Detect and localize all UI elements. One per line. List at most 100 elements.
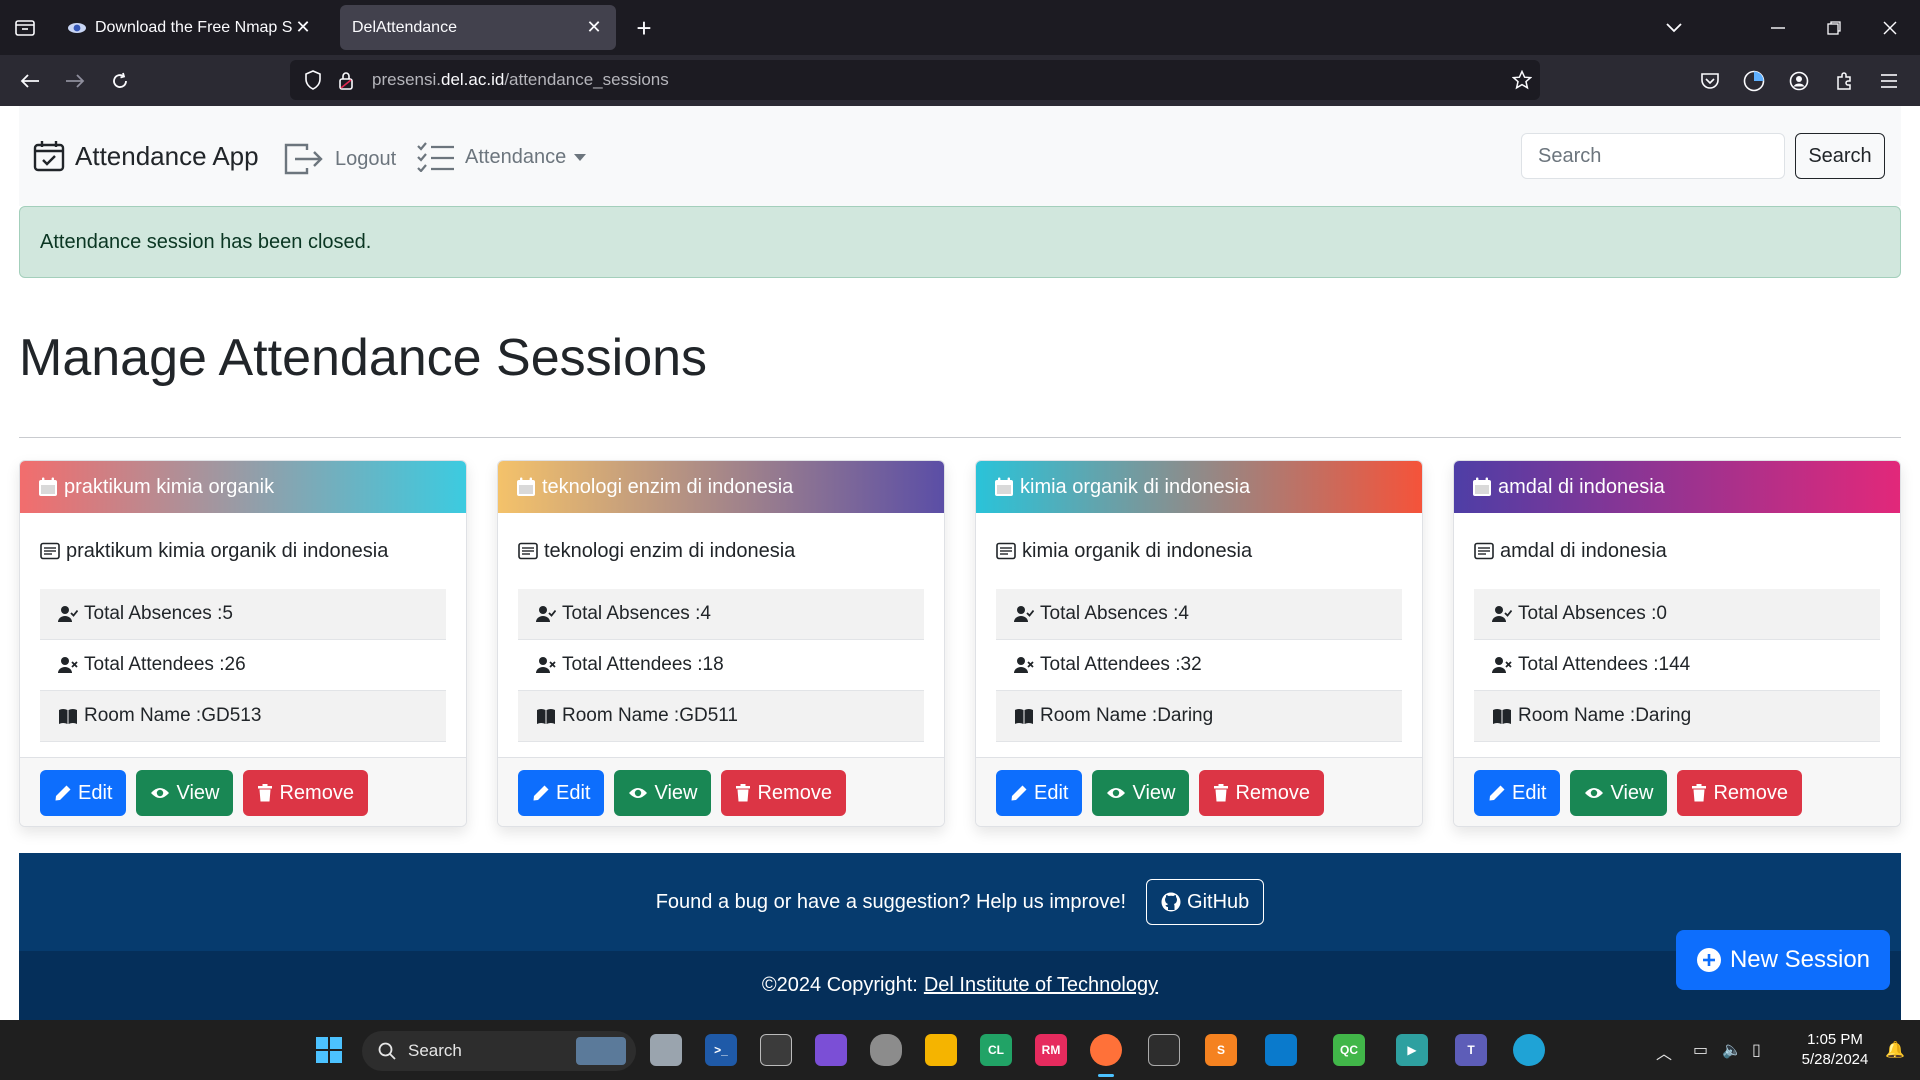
stat-value: 5: [222, 603, 233, 624]
clock-time: 1:05 PM: [1807, 1031, 1863, 1048]
remove-button[interactable]: Remove: [243, 770, 368, 816]
edit-button[interactable]: Edit: [40, 770, 127, 816]
stat-value: 32: [1180, 654, 1202, 675]
pencil-icon: [1489, 785, 1505, 801]
view-button[interactable]: View: [614, 770, 712, 816]
search-icon: [378, 1042, 396, 1060]
search-button[interactable]: Search: [1795, 133, 1885, 179]
stat-value: 0: [1656, 603, 1667, 624]
calendar-icon: [995, 477, 1013, 496]
shield-icon[interactable]: [304, 70, 322, 90]
clion-icon[interactable]: CL: [980, 1034, 1012, 1066]
calendar-icon: [39, 477, 57, 496]
calendar-check-icon: [33, 141, 65, 172]
card-footer: Edit View Remove: [20, 757, 466, 826]
firefox-view-icon[interactable]: [1737, 64, 1771, 98]
bookmark-star-icon[interactable]: [1512, 70, 1532, 90]
person-x-icon: [536, 657, 556, 673]
edit-button[interactable]: Edit: [518, 770, 605, 816]
edit-button[interactable]: Edit: [996, 770, 1083, 816]
terminal-icon[interactable]: [760, 1034, 792, 1066]
logout-link[interactable]: Logout: [283, 142, 396, 176]
remove-label: Remove: [757, 781, 832, 804]
file-explorer-icon[interactable]: [925, 1034, 957, 1066]
attendance-label: Attendance: [465, 145, 567, 168]
active-app-indicator: [1098, 1074, 1114, 1077]
page-content: Attendance App Logout Attendance Search …: [0, 106, 1920, 1020]
view-label: View: [176, 781, 220, 804]
system-clock[interactable]: 1:05 PM 5/28/2024: [1790, 1030, 1880, 1070]
trash-icon: [1692, 784, 1707, 802]
view-button[interactable]: View: [136, 770, 234, 816]
stat-label: Total Attendees :: [562, 654, 703, 675]
close-tab-icon[interactable]: ✕: [584, 17, 604, 38]
firefox-icon[interactable]: [1090, 1034, 1122, 1066]
database-icon[interactable]: [870, 1034, 902, 1066]
typora-icon[interactable]: T: [1455, 1034, 1487, 1066]
github-label: GitHub: [1187, 890, 1250, 913]
remove-button[interactable]: Remove: [1677, 770, 1802, 816]
notification-bell-icon[interactable]: 🔔: [1885, 1040, 1905, 1060]
github-button[interactable]: GitHub: [1146, 879, 1265, 925]
tab-list-button[interactable]: [8, 10, 42, 44]
network-icon[interactable]: ▭: [1693, 1040, 1708, 1060]
cmd-icon[interactable]: [1148, 1034, 1180, 1066]
stat-absences: Total Absences : 5: [40, 589, 446, 640]
stat-label: Total Attendees :: [1518, 654, 1659, 675]
vscode-icon[interactable]: [1265, 1034, 1297, 1066]
stat-value: 144: [1658, 654, 1691, 675]
git-terminal-icon[interactable]: ▶: [1396, 1034, 1428, 1066]
institution-link[interactable]: Del Institute of Technology: [924, 974, 1158, 997]
remove-button[interactable]: Remove: [1199, 770, 1324, 816]
task-view-icon[interactable]: [650, 1034, 682, 1066]
visual-studio-icon[interactable]: [815, 1034, 847, 1066]
edit-button[interactable]: Edit: [1474, 770, 1561, 816]
description-text: praktikum kimia organik di indonesia: [66, 539, 389, 562]
view-button[interactable]: View: [1570, 770, 1668, 816]
remove-button[interactable]: Remove: [721, 770, 846, 816]
battery-icon[interactable]: ▯: [1752, 1040, 1761, 1060]
edge-icon[interactable]: [1513, 1034, 1545, 1066]
lock-icon[interactable]: [338, 70, 354, 90]
close-tab-icon[interactable]: ✕: [293, 17, 313, 38]
stat-value: 4: [1178, 603, 1189, 624]
tab-delattendance[interactable]: DelAttendance ✕: [340, 5, 616, 50]
close-window-icon[interactable]: [1874, 12, 1906, 44]
powershell-icon[interactable]: >_: [705, 1034, 737, 1066]
tab-nmap[interactable]: Download the Free Nmap Security Scanner …: [55, 5, 325, 50]
restore-icon[interactable]: [1818, 12, 1850, 44]
url-bar[interactable]: presensi.del.ac.id/attendance_sessions: [290, 60, 1540, 100]
account-icon[interactable]: [1782, 64, 1816, 98]
edit-label: Edit: [78, 781, 113, 804]
reload-icon[interactable]: [103, 64, 137, 98]
pocket-icon[interactable]: [1693, 64, 1727, 98]
qt-creator-icon[interactable]: QC: [1333, 1034, 1365, 1066]
new-tab-button[interactable]: +: [628, 12, 660, 44]
card-text-icon: [518, 542, 538, 560]
success-alert: Attendance session has been closed.: [19, 206, 1901, 278]
pencil-icon: [1011, 785, 1027, 801]
view-button[interactable]: View: [1092, 770, 1190, 816]
eye-icon: [629, 788, 648, 798]
new-session-button[interactable]: New Session: [1676, 930, 1890, 990]
description-text: kimia organik di indonesia: [1022, 539, 1253, 562]
session-card: amdal di indonesia amdal di indonesia To…: [1453, 460, 1901, 827]
rubymine-icon[interactable]: RM: [1035, 1034, 1067, 1066]
attendance-dropdown[interactable]: Attendance: [417, 142, 587, 172]
minimize-icon[interactable]: [1762, 12, 1794, 44]
brand-link[interactable]: Attendance App: [33, 140, 259, 172]
list-all-tabs-icon[interactable]: [1658, 12, 1690, 44]
card-header: kimia organik di indonesia: [976, 461, 1422, 513]
extensions-icon[interactable]: [1827, 64, 1861, 98]
sublime-text-icon[interactable]: S: [1205, 1034, 1237, 1066]
taskbar-search[interactable]: Search: [362, 1031, 636, 1071]
session-description: praktikum kimia organik di indonesia: [40, 513, 446, 589]
volume-icon[interactable]: 🔈: [1722, 1040, 1742, 1060]
windows-start-icon[interactable]: [313, 1034, 345, 1066]
menu-hamburger-icon[interactable]: [1872, 64, 1906, 98]
plus-circle-icon: [1696, 948, 1721, 972]
search-input[interactable]: [1521, 133, 1785, 179]
tray-chevron-up-icon[interactable]: ︿: [1656, 1040, 1672, 1064]
forward-icon[interactable]: [58, 64, 92, 98]
back-icon[interactable]: [13, 64, 47, 98]
